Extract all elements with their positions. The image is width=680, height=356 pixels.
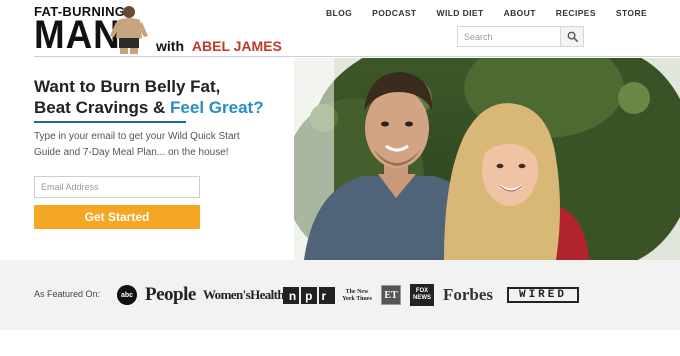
- hero-subtext: Type in your email to get your Wild Quic…: [34, 131, 240, 158]
- fox-news-logo-text: FOX NEWS: [413, 288, 431, 301]
- nav-item-blog[interactable]: BLOG: [326, 8, 352, 18]
- logo-name-text: ABEL JAMES: [191, 38, 282, 54]
- search-input[interactable]: Search: [457, 26, 561, 47]
- nav-item-podcast[interactable]: PODCAST: [372, 8, 416, 18]
- hero-couple-image: [294, 58, 680, 260]
- forbes-logo: Forbes: [443, 285, 493, 305]
- fox-news-logo: FOX NEWS: [410, 284, 434, 306]
- hero-headline: Want to Burn Belly Fat, Beat Cravings & …: [34, 76, 294, 118]
- nav-item-store[interactable]: STORE: [616, 8, 647, 18]
- logo-with-text: with: [156, 38, 184, 54]
- headline-underline: [34, 121, 186, 123]
- people-logo: People: [145, 284, 196, 306]
- womens-health-logo-text: Women'sHealth: [203, 287, 285, 302]
- et-logo-text: ET: [384, 289, 398, 301]
- nyt-logo: The New York Times: [342, 283, 372, 309]
- headline-line-1: Want to Burn Belly Fat,: [34, 77, 221, 96]
- site-header: FAT-BURNING MAN with ABEL JAMES BLOG POD…: [0, 0, 680, 58]
- wired-logo-text: WIRED: [518, 289, 567, 301]
- forbes-logo-text: Forbes: [443, 285, 494, 304]
- site-logo[interactable]: FAT-BURNING MAN with ABEL JAMES: [34, 4, 282, 55]
- get-started-button[interactable]: Get Started: [34, 205, 200, 229]
- main-nav: BLOG PODCAST WILD DIET ABOUT RECIPES STO…: [326, 8, 647, 18]
- featured-strip: As Featured On: abc People Women'sHealth…: [0, 260, 680, 330]
- people-logo-text: People: [145, 284, 196, 305]
- header-divider: [34, 56, 680, 57]
- npr-logo-text: npr: [288, 288, 336, 303]
- featured-label: As Featured On:: [34, 289, 101, 299]
- et-logo: ET: [381, 285, 401, 305]
- wired-logo: WIRED: [507, 287, 579, 303]
- email-field[interactable]: Email Address: [34, 176, 200, 198]
- nyt-logo-text: The New York Times: [342, 289, 372, 302]
- logo-figure-icon: [110, 6, 148, 54]
- hero-photo: [294, 58, 680, 260]
- headline-line-2a: Beat Cravings &: [34, 98, 171, 117]
- headline-accent: Feel Great?: [170, 98, 264, 117]
- womens-health-logo: Women'sHealth: [203, 287, 285, 303]
- npr-logo: npr: [283, 287, 335, 304]
- abc-logo: abc: [117, 285, 137, 305]
- nav-item-about[interactable]: ABOUT: [504, 8, 536, 18]
- abc-logo-text: abc: [120, 291, 134, 299]
- search-icon: [567, 31, 578, 42]
- logo-byline: with ABEL JAMES: [156, 38, 282, 54]
- nav-item-recipes[interactable]: RECIPES: [556, 8, 596, 18]
- search-button[interactable]: [561, 26, 584, 47]
- nav-item-wild-diet[interactable]: WILD DIET: [437, 8, 484, 18]
